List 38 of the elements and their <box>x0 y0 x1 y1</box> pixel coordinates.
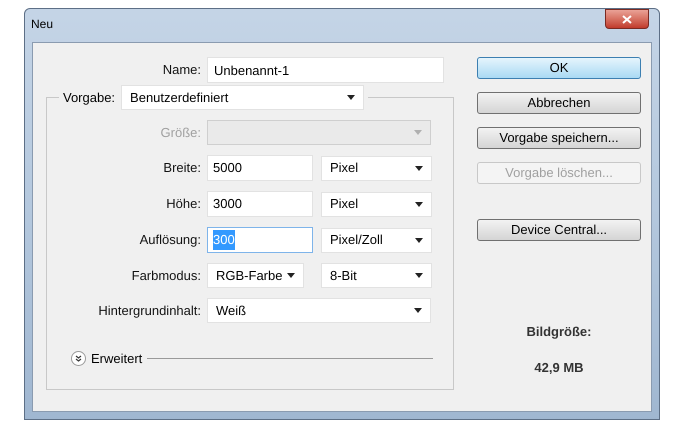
dropdown[interactable]: Pixel <box>321 156 432 180</box>
number-field[interactable]: 5000 <box>207 155 313 181</box>
field-label: Breite: <box>162 159 202 178</box>
field-label: Größe: <box>160 124 202 142</box>
dialog-button[interactable]: Device Central... <box>477 219 641 241</box>
caret-icon <box>415 166 423 170</box>
caret-icon <box>415 238 423 242</box>
chevron-icon <box>75 355 82 362</box>
dialog-button[interactable]: Vorgabe speichern... <box>477 127 641 149</box>
dropdown[interactable]: RGB-Farbe <box>207 263 304 288</box>
field-label: Auflösung: <box>138 231 202 250</box>
dropdown[interactable]: Pixel <box>321 192 432 216</box>
image-size-label: Bildgröße: <box>526 323 592 341</box>
close-button[interactable] <box>605 9 649 29</box>
caret-icon <box>347 95 356 100</box>
dropdown[interactable]: Weiß <box>207 298 431 323</box>
expand-button[interactable] <box>71 351 86 366</box>
dialog-button[interactable]: Abbrechen <box>477 92 641 114</box>
close-icon <box>622 14 632 24</box>
field-label: Hintergrundinhalt: <box>97 302 202 320</box>
caret-icon <box>414 308 422 313</box>
window-title: Neu <box>31 16 54 33</box>
dialog-button[interactable]: OK <box>477 57 641 79</box>
caret-icon <box>415 273 423 278</box>
preset-label: Vorgabe: <box>63 88 116 107</box>
caret-icon <box>414 130 422 135</box>
number-field[interactable]: 3000 <box>207 191 313 217</box>
field-label: Farbmodus: <box>130 266 202 285</box>
field-label: Name: <box>162 61 202 80</box>
caret-icon <box>415 202 423 206</box>
dropdown[interactable]: Benutzerdefiniert <box>121 85 364 110</box>
caret-icon <box>287 273 295 278</box>
field-label: Höhe: <box>165 195 202 214</box>
advanced-label: Erweitert <box>91 350 142 368</box>
image-size-value: 42,9 MB <box>533 358 585 376</box>
name-field[interactable]: Unbenannt-1 <box>207 57 444 83</box>
dropdown[interactable]: 8-Bit <box>321 263 432 288</box>
dropdown[interactable]: Pixel/Zoll <box>321 228 432 252</box>
